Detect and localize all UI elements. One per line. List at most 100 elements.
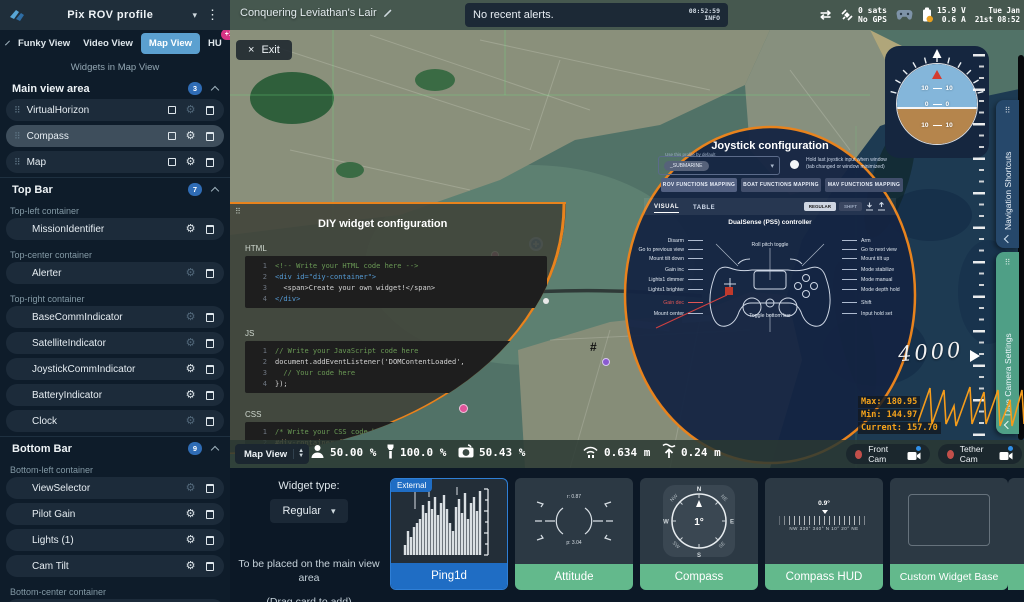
stepper-icon[interactable]: ▲▼: [293, 449, 304, 459]
lights-indicator[interactable]: 100.0 %Lights (1): [386, 443, 446, 468]
alert-banner[interactable]: No recent alerts. 08:52:59 INFO: [465, 3, 728, 27]
widget-row-viewselector[interactable]: ViewSelector ⚙: [6, 477, 224, 499]
battery-indicator[interactable]: 15.9 V0.6 A: [922, 6, 966, 24]
download-icon[interactable]: [865, 202, 874, 211]
gear-icon[interactable]: ⚙: [184, 416, 197, 427]
base-comm-icon[interactable]: ⇄: [820, 7, 831, 23]
section-main-view-area[interactable]: Main view area 3: [0, 77, 230, 99]
widget-row-joystickcommindicator[interactable]: JoystickCommIndicator ⚙: [6, 358, 224, 380]
gear-icon[interactable]: ⚙: [184, 338, 197, 349]
widget-card-partial[interactable]: [1008, 478, 1024, 590]
trash-icon[interactable]: [203, 313, 216, 322]
code-line[interactable]: <!-- Write your HTML code here -->: [275, 262, 418, 270]
code-line[interactable]: <div id="diy-container">: [275, 273, 376, 281]
mav-functions-mapping-button[interactable]: MAV FUNCTIONS MAPPING: [825, 178, 903, 192]
gear-icon[interactable]: ⚙: [184, 483, 197, 494]
trash-icon[interactable]: [203, 484, 216, 493]
tab-visual[interactable]: VISUAL: [654, 200, 679, 213]
kebab-menu-icon[interactable]: ⋮: [203, 7, 222, 23]
trash-icon[interactable]: [203, 365, 216, 374]
widget-row-missionidentifier[interactable]: MissionIdentifier ⚙: [6, 218, 224, 240]
widget-row-alerter[interactable]: Alerter ⚙: [6, 262, 224, 284]
widget-card-compass-hud[interactable]: 0.9° NW 330° 340° N 10° 20° NE Compass H…: [765, 478, 883, 590]
boat-functions-mapping-button[interactable]: BOAT FUNCTIONS MAPPING: [741, 178, 821, 192]
html-code-editor[interactable]: <!-- Write your HTML code here --> <div …: [245, 256, 547, 308]
widget-row-compass[interactable]: ⠿ Compass ⚙: [6, 125, 224, 147]
move-icon[interactable]: [165, 158, 178, 166]
depth-indicator[interactable]: 0.24 mDepth: [662, 443, 721, 468]
trash-icon[interactable]: [203, 225, 216, 234]
gear-icon[interactable]: ⚙: [184, 390, 197, 401]
gear-icon[interactable]: ⚙: [184, 509, 197, 520]
mission-name[interactable]: Conquering Leviathan's Lair: [240, 7, 377, 19]
widget-card-custom-widget-base[interactable]: Custom Widget Base: [890, 478, 1008, 590]
code-line[interactable]: document.addEventListener('DOMContentLoa…: [275, 358, 465, 366]
map-marker-pink[interactable]: [459, 404, 468, 413]
shift-mode-chip[interactable]: SHIFT: [839, 202, 862, 211]
chevron-up-icon[interactable]: [211, 86, 219, 94]
gear-icon[interactable]: ⚙: [184, 157, 197, 168]
section-top-bar[interactable]: Top Bar 7: [0, 177, 230, 200]
widget-row-lights[interactable]: Lights (1) ⚙: [6, 529, 224, 551]
drag-handle-icon[interactable]: ⠿: [14, 105, 21, 116]
code-line[interactable]: });: [275, 380, 288, 388]
widget-row-clock[interactable]: Clock ⚙: [6, 410, 224, 432]
joystick-profile-select[interactable]: Use this profile by default _SUBMARINE ▾: [658, 156, 780, 175]
tab-map-view[interactable]: Map View: [141, 33, 200, 54]
section-bottom-bar[interactable]: Bottom Bar 9: [0, 436, 230, 459]
tab-hu-view[interactable]: HU +1: [203, 34, 227, 53]
map-marker-purple[interactable]: [602, 358, 610, 366]
rov-functions-mapping-button[interactable]: ROV FUNCTIONS MAPPING: [661, 178, 737, 192]
gear-icon[interactable]: ⚙: [184, 312, 197, 323]
gear-icon[interactable]: ⚙: [184, 131, 197, 142]
code-line[interactable]: </div>: [275, 295, 300, 303]
widget-row-cam-tilt[interactable]: Cam Tilt ⚙: [6, 555, 224, 577]
gear-icon[interactable]: ⚙: [184, 268, 197, 279]
drag-handle-icon[interactable]: ⠿: [14, 131, 21, 142]
navigation-shortcuts-tab[interactable]: ⠿ Navigation Shortcuts: [996, 100, 1019, 248]
widget-row-pilot-gain[interactable]: Pilot Gain ⚙: [6, 503, 224, 525]
widget-card-attitude[interactable]: r: 0.87 p: 3.04 Attitude: [515, 478, 633, 590]
gear-icon[interactable]: ⚙: [184, 224, 197, 235]
mission-name-area[interactable]: Conquering Leviathan's Lair: [240, 7, 393, 19]
collapse-views-chevron-icon[interactable]: [5, 40, 10, 45]
edit-icon[interactable]: [383, 8, 393, 18]
hold-input-toggle[interactable]: [790, 160, 799, 169]
trash-icon[interactable]: [203, 536, 216, 545]
trash-icon[interactable]: [203, 158, 216, 167]
trash-icon[interactable]: [203, 132, 216, 141]
map-marker-white[interactable]: [543, 298, 549, 304]
gear-icon[interactable]: ⚙: [184, 364, 197, 375]
trash-icon[interactable]: [203, 510, 216, 519]
widget-row-basecommindicator[interactable]: BaseCommIndicator ⚙: [6, 306, 224, 328]
drag-handle-icon[interactable]: ⠿: [235, 207, 241, 216]
trash-icon[interactable]: [203, 339, 216, 348]
chevron-up-icon[interactable]: [211, 446, 219, 454]
pilot-gain-indicator[interactable]: 50.00 %Pilot Gain: [310, 443, 376, 468]
trash-icon[interactable]: [203, 562, 216, 571]
gear-icon[interactable]: ⚙: [184, 535, 197, 546]
widget-row-satelliteindicator[interactable]: SatelliteIndicator ⚙: [6, 332, 224, 354]
tab-funky-view[interactable]: Funky View: [13, 34, 75, 53]
satellite-indicator[interactable]: 0 satsNo GPS: [840, 6, 887, 24]
gear-icon[interactable]: ⚙: [184, 105, 197, 116]
widget-type-select[interactable]: Regular ▾: [270, 499, 347, 523]
code-line[interactable]: // Your code here: [275, 369, 355, 377]
tab-table[interactable]: TABLE: [693, 201, 715, 213]
profile-name[interactable]: Pix ROV profile: [34, 9, 186, 21]
code-line[interactable]: // Write your JavaScript code here: [275, 347, 418, 355]
trash-icon[interactable]: [203, 417, 216, 426]
cam-tilt-indicator[interactable]: 50.43 %Cam Tilt: [458, 443, 525, 468]
chevron-up-icon[interactable]: [211, 187, 219, 195]
tab-video-view[interactable]: Video View: [78, 34, 138, 53]
regular-mode-chip[interactable]: REGULAR: [804, 202, 836, 211]
trash-icon[interactable]: [203, 106, 216, 115]
trash-icon[interactable]: [203, 391, 216, 400]
drag-handle-icon[interactable]: ⠿: [14, 157, 21, 168]
widget-row-batteryindicator[interactable]: BatteryIndicator ⚙: [6, 384, 224, 406]
code-line[interactable]: <span>Create your own widget!</span>: [275, 284, 435, 292]
widget-row-virtualhorizon[interactable]: ⠿ VirtualHorizon ⚙: [6, 99, 224, 121]
exit-edit-mode-button[interactable]: × Exit: [236, 40, 292, 60]
trash-icon[interactable]: [203, 269, 216, 278]
clock-indicator[interactable]: Tue Jan 21st 08:52: [975, 6, 1020, 24]
